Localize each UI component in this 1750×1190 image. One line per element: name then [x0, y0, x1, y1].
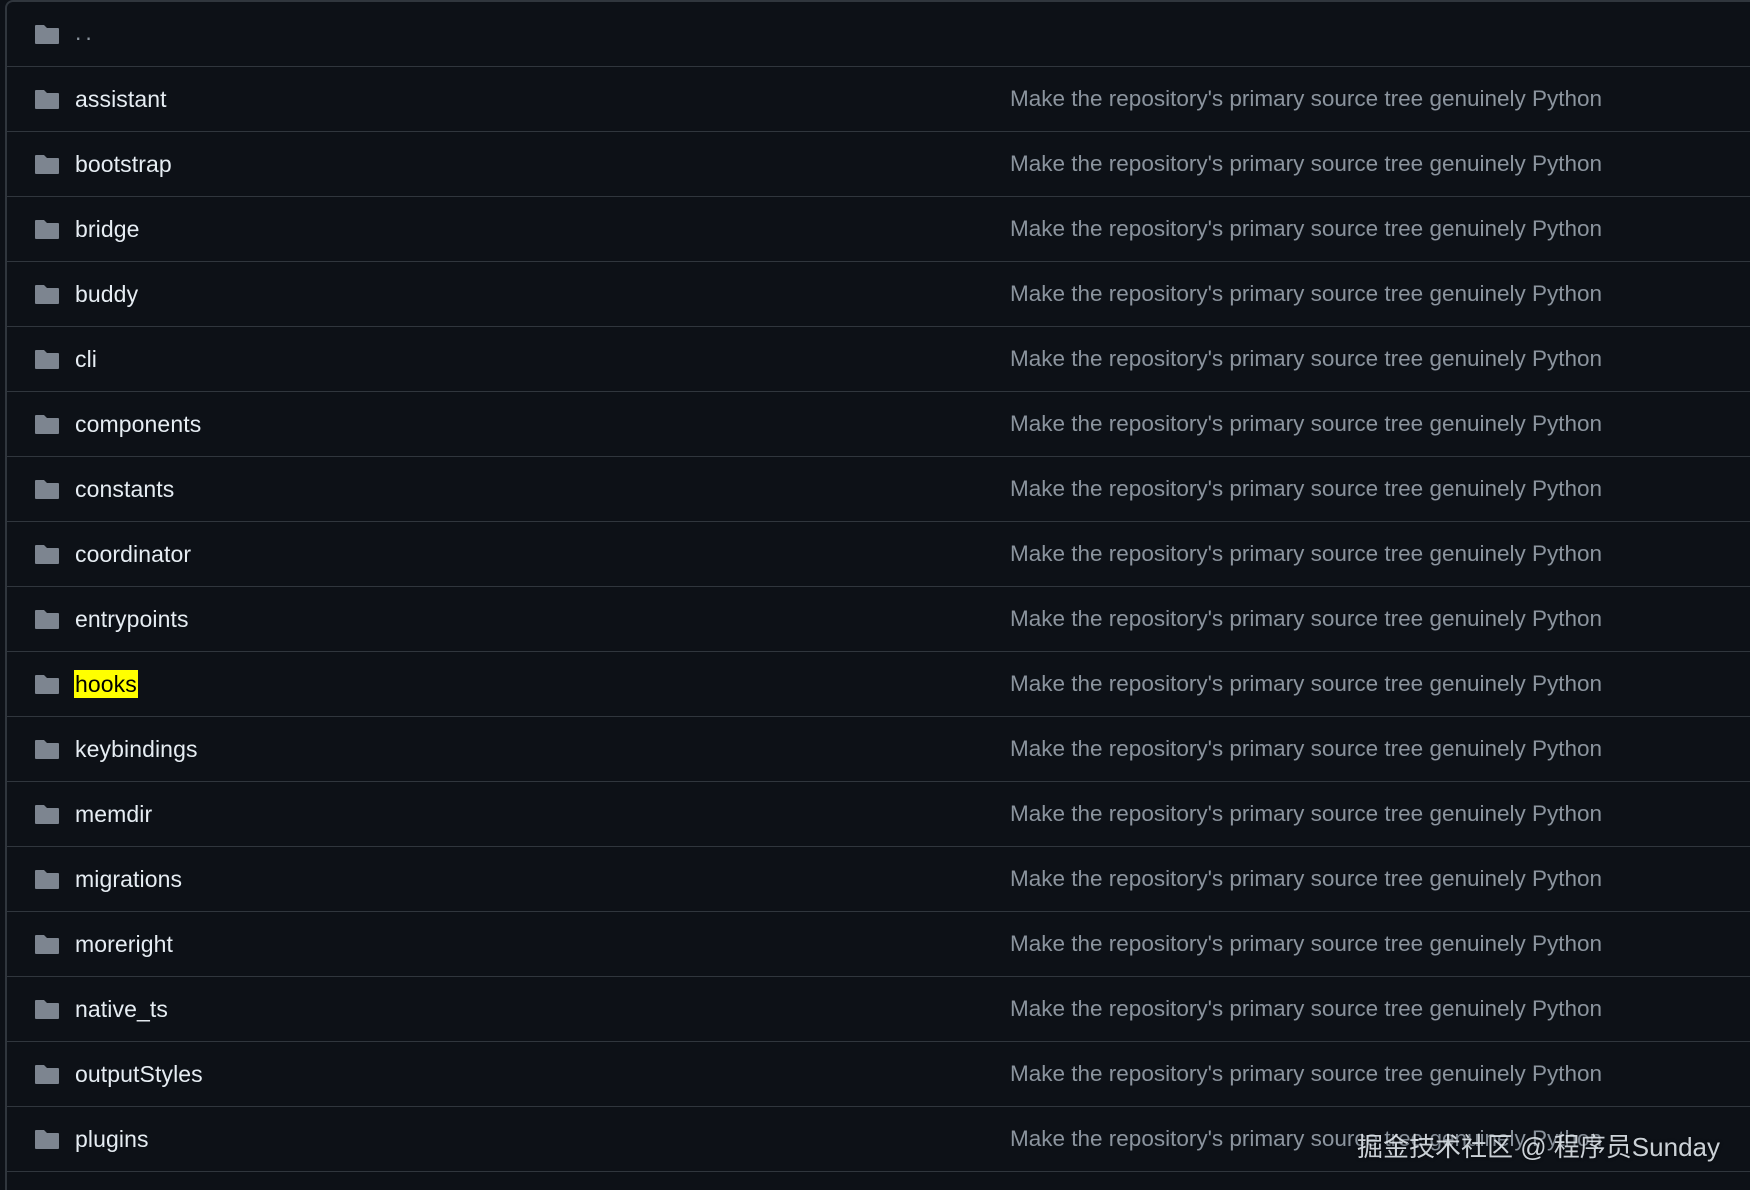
commit-message-link[interactable]: Make the repository's primary source tre…	[1010, 215, 1602, 243]
folder-icon	[35, 740, 59, 759]
table-row[interactable]: keybindings Make the repository's primary…	[7, 717, 1750, 782]
commit-message-link[interactable]: Make the repository's primary source tre…	[1010, 345, 1602, 373]
table-row[interactable]: memdir Make the repository's primary sour…	[7, 782, 1750, 847]
folder-name-link[interactable]: bootstrap	[74, 150, 173, 178]
folder-name-link[interactable]: buddy	[74, 280, 139, 308]
folder-icon	[35, 285, 59, 304]
folder-icon	[35, 415, 59, 434]
file-browser-page: .. assistant Make the repository's primar…	[0, 0, 1750, 1190]
table-row[interactable]: cli Make the repository's primary source …	[7, 327, 1750, 392]
folder-icon	[35, 805, 59, 824]
folder-name-link[interactable]: migrations	[74, 865, 183, 893]
commit-message-link[interactable]: Make the repository's primary source tre…	[1010, 735, 1602, 763]
folder-name-link[interactable]: bridge	[74, 215, 141, 243]
table-row[interactable]: assistant Make the repository's primary s…	[7, 67, 1750, 132]
table-row[interactable]: native_ts Make the repository's primary s…	[7, 977, 1750, 1042]
commit-message-link[interactable]: Make the repository's primary source tre…	[1010, 930, 1602, 958]
folder-name-link[interactable]: native_ts	[74, 995, 169, 1023]
folder-icon	[35, 870, 59, 889]
parent-directory-link[interactable]: ..	[74, 18, 97, 46]
folder-icon	[35, 935, 59, 954]
folder-name-link[interactable]: assistant	[74, 85, 168, 113]
commit-message-link[interactable]: Make the repository's primary source tre…	[1010, 475, 1602, 503]
watermark: 掘金技术社区 @ 程序员Sunday	[1356, 1132, 1720, 1162]
folder-name-link[interactable]: outputStyles	[74, 1060, 204, 1088]
table-row[interactable]: bootstrap Make the repository's primary s…	[7, 132, 1750, 197]
table-row[interactable]: buddy Make the repository's primary sourc…	[7, 262, 1750, 327]
folder-name-link[interactable]: keybindings	[74, 735, 199, 763]
folder-icon	[35, 25, 59, 44]
folder-name-link[interactable]: cli	[74, 345, 98, 373]
table-row[interactable]: hooks Make the repository's primary sourc…	[7, 652, 1750, 717]
table-row[interactable]: outputStyles Make the repository's primar…	[7, 1042, 1750, 1107]
table-row[interactable]: constants Make the repository's primary s…	[7, 457, 1750, 522]
directory-listing: .. assistant Make the repository's primar…	[5, 0, 1750, 1190]
folder-icon	[35, 1000, 59, 1019]
table-row[interactable]: moreright Make the repository's primary s…	[7, 912, 1750, 977]
commit-message-link[interactable]: Make the repository's primary source tre…	[1010, 85, 1602, 113]
table-row[interactable]: coordinator Make the repository's primary…	[7, 522, 1750, 587]
commit-message-link[interactable]: Make the repository's primary source tre…	[1010, 995, 1602, 1023]
parent-directory-row[interactable]: ..	[7, 2, 1750, 67]
folder-name-link[interactable]: moreright	[74, 930, 174, 958]
folder-name-link[interactable]: plugins	[74, 1125, 150, 1153]
commit-message-link[interactable]: Make the repository's primary source tre…	[1010, 1060, 1602, 1088]
commit-message-link[interactable]: Make the repository's primary source tre…	[1010, 605, 1602, 633]
commit-message-link[interactable]: Make the repository's primary source tre…	[1010, 280, 1602, 308]
commit-message-link[interactable]: Make the repository's primary source tre…	[1010, 540, 1602, 568]
folder-icon	[35, 90, 59, 109]
folder-name-link[interactable]: memdir	[74, 800, 153, 828]
commit-message-link[interactable]: Make the repository's primary source tre…	[1010, 410, 1602, 438]
folder-icon	[35, 350, 59, 369]
commit-message-link[interactable]: Make the repository's primary source tre…	[1010, 800, 1602, 828]
folder-icon	[35, 610, 59, 629]
folder-icon	[35, 480, 59, 499]
table-row[interactable]: bridge Make the repository's primary sour…	[7, 197, 1750, 262]
commit-message-link[interactable]: Make the repository's primary source tre…	[1010, 150, 1602, 178]
folder-rows: assistant Make the repository's primary s…	[7, 67, 1750, 1172]
table-row[interactable]: migrations Make the repository's primary …	[7, 847, 1750, 912]
folder-icon	[35, 155, 59, 174]
folder-icon	[35, 675, 59, 694]
folder-icon	[35, 545, 59, 564]
folder-icon	[35, 1130, 59, 1149]
folder-name-link[interactable]: constants	[74, 475, 175, 503]
folder-name-link[interactable]: entrypoints	[74, 605, 190, 633]
folder-name-link[interactable]: hooks	[74, 670, 138, 698]
folder-icon	[35, 1065, 59, 1084]
commit-message-link[interactable]: Make the repository's primary source tre…	[1010, 670, 1602, 698]
commit-message-link[interactable]: Make the repository's primary source tre…	[1010, 865, 1602, 893]
table-row[interactable]: components Make the repository's primary …	[7, 392, 1750, 457]
folder-name-link[interactable]: coordinator	[74, 540, 192, 568]
folder-name-link[interactable]: components	[74, 410, 202, 438]
table-row[interactable]: entrypoints Make the repository's primary…	[7, 587, 1750, 652]
folder-icon	[35, 220, 59, 239]
